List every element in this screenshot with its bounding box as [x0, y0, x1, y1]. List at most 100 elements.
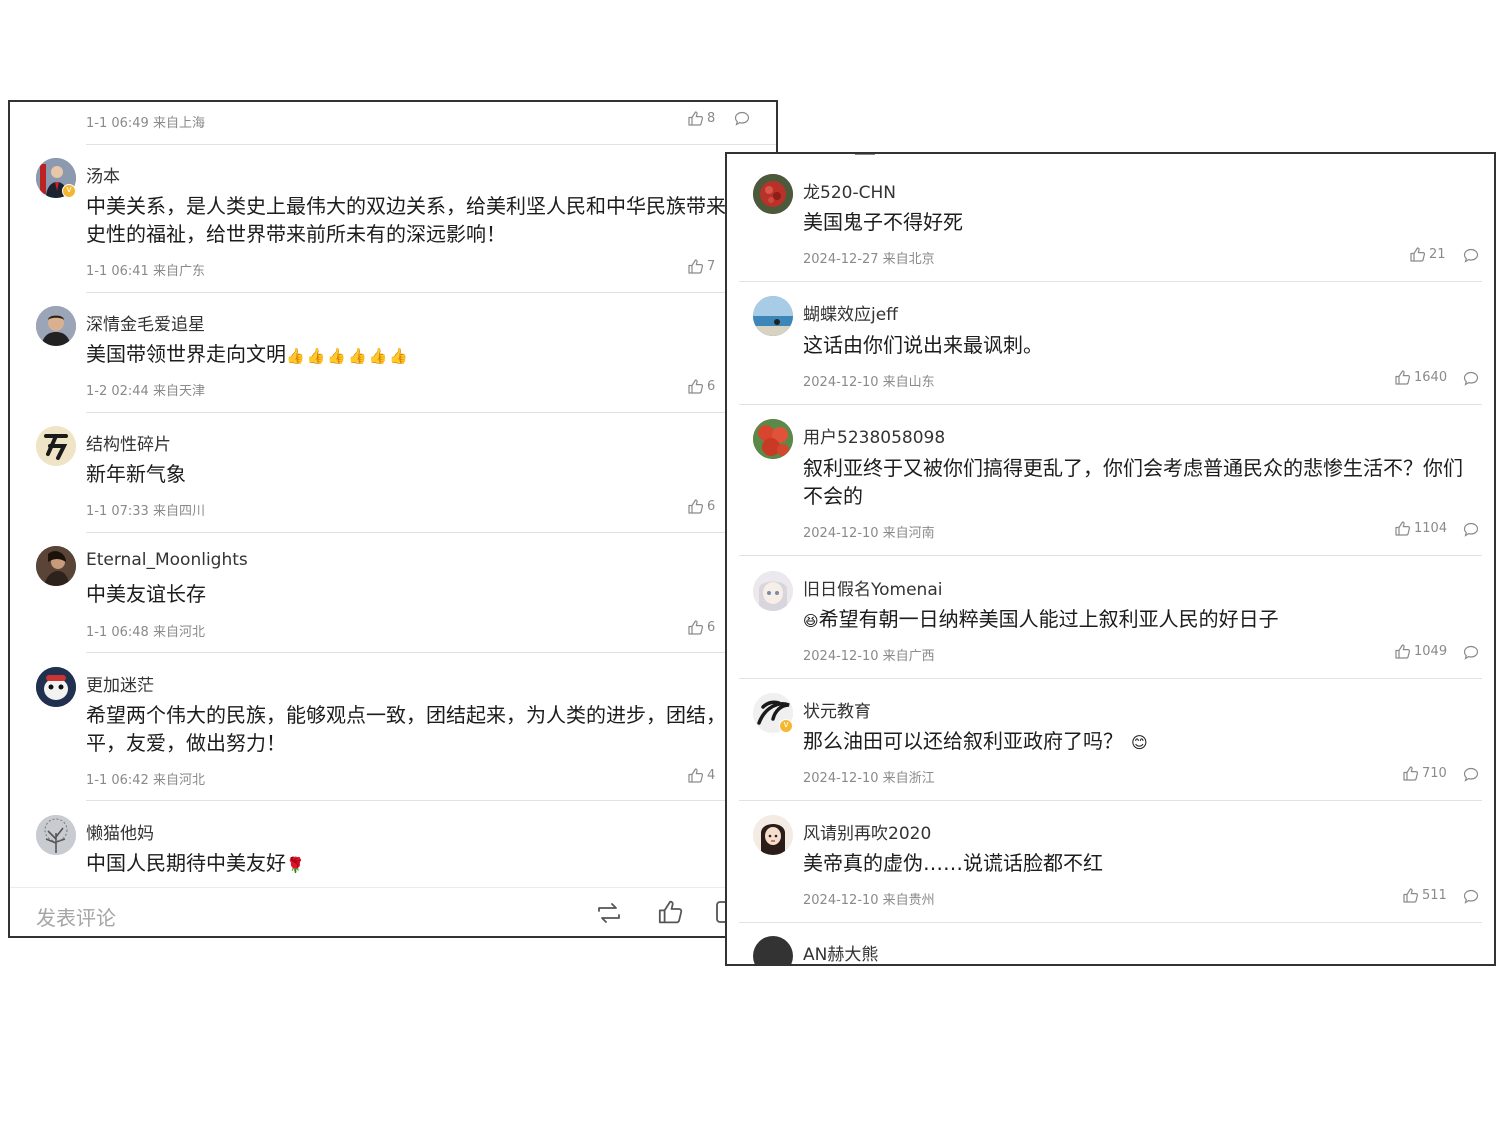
- comment-meta: 1-1 06:48 来自河北: [86, 625, 205, 640]
- comment-meta: 2024-12-10 来自贵州: [803, 893, 935, 908]
- comment-text-line: 平，友爱，做出努力！: [86, 731, 286, 755]
- divider: [739, 281, 1482, 282]
- avatar[interactable]: [753, 571, 793, 611]
- divider: [86, 652, 776, 653]
- comment-username[interactable]: 旧日假名Yomenai: [803, 575, 942, 600]
- reply-icon[interactable]: [1463, 645, 1479, 660]
- comment-text: 希望有朝一日纳粹美国人能过上叙利亚人民的好日子: [818, 607, 1279, 631]
- like-count: 7: [707, 259, 716, 274]
- comment-username[interactable]: 蝴蝶效应jeff: [803, 300, 898, 325]
- like-button[interactable]: 8: [688, 111, 715, 126]
- comment-username[interactable]: 结构性碎片: [86, 430, 171, 455]
- comment-meta: 1-1 07:33 来自四川: [86, 504, 205, 519]
- verified-badge-icon: v: [779, 719, 793, 733]
- reply-icon[interactable]: [1463, 767, 1479, 782]
- comment-username[interactable]: AN赫大熊: [803, 940, 878, 964]
- like-button[interactable]: 1104: [1395, 521, 1447, 536]
- like-button[interactable]: 6: [688, 379, 715, 394]
- comment-username[interactable]: 懒猫他妈: [86, 819, 154, 844]
- comment-text: 那么油田可以还给叙利亚政府了吗？: [803, 729, 1123, 753]
- comment-username[interactable]: 更加迷茫: [86, 671, 154, 696]
- comment-meta: 1-1 06:41 来自广东: [86, 264, 205, 279]
- laughing-emoji-icon: 😆: [803, 612, 819, 630]
- avatar[interactable]: [36, 815, 76, 855]
- avatar[interactable]: [753, 419, 793, 459]
- comment-username[interactable]: 深情金毛爱追星: [86, 310, 205, 335]
- avatar-calligraphy-icon: [36, 426, 76, 466]
- like-count: 8: [707, 111, 716, 126]
- rose-emoji-icon: 🌹: [286, 856, 305, 874]
- comment-meta: 2024-12-10 来自河南: [803, 526, 935, 541]
- comment-text-line: 叙利亚终于又被你们搞得更乱了，你们会考虑普通民众的悲惨生活不？你们: [803, 456, 1463, 480]
- scroll-indicator: [855, 154, 875, 155]
- comment-username[interactable]: 状元教育: [803, 697, 871, 722]
- thumbs-up-emoji-icon: 👍👍👍👍👍👍: [286, 347, 411, 365]
- avatar[interactable]: [753, 174, 793, 214]
- like-count: 21: [1429, 247, 1446, 262]
- like-button[interactable]: 511: [1403, 888, 1447, 903]
- avatar[interactable]: [36, 667, 76, 707]
- thumb-up-icon: [1403, 888, 1419, 903]
- like-button[interactable]: 1049: [1395, 644, 1447, 659]
- avatar-photo: [36, 306, 76, 346]
- right-comment-panel: 龙520-CHN 美国鬼子不得好死 2024-12-27 来自北京 21 蝴蝶效…: [725, 152, 1496, 966]
- comment-meta: 1-1 06:42 来自河北: [86, 773, 205, 788]
- thumb-up-icon: [1395, 644, 1411, 659]
- reply-icon[interactable]: [1463, 889, 1479, 904]
- divider: [739, 678, 1482, 679]
- avatar[interactable]: [753, 815, 793, 855]
- like-button[interactable]: 4: [688, 768, 715, 783]
- like-count: 511: [1422, 888, 1447, 903]
- like-count: 1104: [1414, 521, 1448, 536]
- comment-text-line: 那么油田可以还给叙利亚政府了吗？ 😊: [803, 727, 1148, 757]
- avatar-seaside-icon: [753, 296, 793, 336]
- divider: [86, 412, 776, 413]
- like-icon[interactable]: [658, 900, 684, 924]
- divider: [86, 144, 776, 145]
- comment-text-line: 美帝真的虚伪……说谎话脸都不红: [803, 851, 1103, 875]
- like-button[interactable]: 7: [688, 259, 715, 274]
- avatar-tomato-icon: [753, 419, 793, 459]
- comment-username[interactable]: Eternal_Moonlights: [86, 550, 248, 570]
- thumb-up-icon: [1395, 521, 1411, 536]
- comment-username[interactable]: 风请别再吹2020: [803, 819, 931, 844]
- divider: [86, 292, 776, 293]
- avatar[interactable]: [36, 306, 76, 346]
- avatar-photo: [36, 546, 76, 586]
- like-button[interactable]: 21: [1410, 247, 1446, 262]
- repost-icon[interactable]: [596, 902, 622, 924]
- comment-meta: 2024-12-27 来自北京: [803, 252, 935, 267]
- like-button[interactable]: 710: [1403, 766, 1447, 781]
- thumb-up-icon: [688, 768, 704, 783]
- left-comment-panel: 1-1 06:49 来自上海 8 v 汤本 中美关系，是人类史上最伟大的双边关系…: [8, 100, 778, 938]
- smile-emoji-icon: 😊: [1131, 733, 1148, 752]
- comment-text-line: 😆希望有朝一日纳粹美国人能过上叙利亚人民的好日子: [803, 605, 1279, 635]
- comment-text-line: 希望两个伟大的民族，能够观点一致，团结起来，为人类的进步，团结，和: [86, 703, 746, 727]
- comment-username[interactable]: 龙520-CHN: [803, 178, 896, 203]
- comment-text-line: 美国带领世界走向文明👍👍👍👍👍👍: [86, 340, 410, 370]
- thumb-up-icon: [688, 499, 704, 514]
- avatar[interactable]: [753, 296, 793, 336]
- comment-meta: 2024-12-10 来自广西: [803, 649, 935, 664]
- thumb-up-icon: [1403, 766, 1419, 781]
- comment-input-bar: 发表评论: [10, 887, 776, 936]
- comment-username[interactable]: 用户5238058098: [803, 423, 945, 448]
- reply-icon[interactable]: [1463, 522, 1479, 537]
- like-count: 1640: [1414, 370, 1448, 385]
- avatar[interactable]: [36, 546, 76, 586]
- divider: [86, 532, 776, 533]
- like-button[interactable]: 1640: [1395, 370, 1447, 385]
- like-button[interactable]: 6: [688, 620, 715, 635]
- verified-badge-icon: v: [62, 184, 76, 198]
- reply-icon[interactable]: [734, 111, 750, 126]
- avatar[interactable]: [36, 426, 76, 466]
- reply-icon[interactable]: [1463, 371, 1479, 386]
- comment-input[interactable]: 发表评论: [36, 902, 116, 931]
- avatar[interactable]: [753, 936, 793, 964]
- thumb-up-icon: [688, 379, 704, 394]
- like-count: 6: [707, 620, 716, 635]
- comment-username[interactable]: 汤本: [86, 162, 120, 187]
- comment-text-line: 新年新气象: [86, 462, 186, 486]
- reply-icon[interactable]: [1463, 248, 1479, 263]
- like-button[interactable]: 6: [688, 499, 715, 514]
